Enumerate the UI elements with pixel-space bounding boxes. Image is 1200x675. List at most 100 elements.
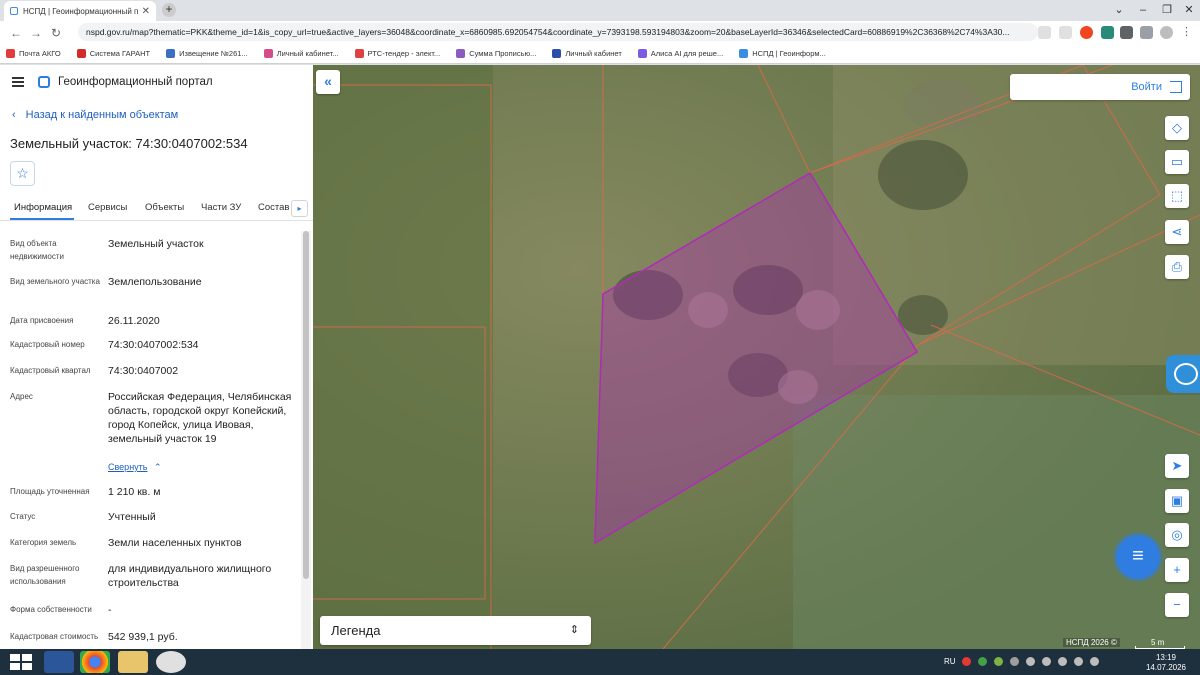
bookmark-item[interactable]: Почта АКГО — [6, 49, 61, 58]
tray-app-icon[interactable] — [1042, 657, 1051, 666]
browser-tab-strip: НСПД | Геоинформационный п ✕ + ⌄ – ❐ ✕ — [0, 0, 1200, 21]
hamburger-menu-icon[interactable] — [12, 77, 24, 87]
sidebar-icon[interactable] — [1140, 26, 1153, 39]
minimize-button[interactable]: – — [1130, 0, 1156, 20]
info-value: Землепользование — [108, 276, 202, 288]
tab-objects[interactable]: Объекты — [145, 202, 184, 213]
bookmark-item[interactable]: Система ГАРАНТ — [76, 49, 150, 58]
tray-app-icon[interactable] — [994, 657, 1003, 666]
bookmark-label: Личный кабинет — [565, 49, 622, 58]
battery-icon[interactable] — [1090, 657, 1099, 666]
bookmark-item[interactable]: НСПД | Геоинформ... — [739, 49, 826, 58]
info-label: Площадь уточненная — [10, 487, 90, 496]
bookmark-label: Личный кабинет... — [276, 49, 339, 58]
basemap-switch-icon[interactable]: ▣ — [1165, 489, 1189, 513]
chrome-icon[interactable] — [80, 651, 110, 673]
portal-logo-icon — [38, 76, 50, 88]
clock-time: 13:19 — [1155, 653, 1177, 662]
zoom-out-button[interactable]: − — [1165, 593, 1189, 617]
back-to-results-link[interactable]: ‹ Назад к найденным объектам — [12, 109, 178, 121]
login-button[interactable]: Войти — [1010, 74, 1190, 100]
tab-services[interactable]: Сервисы — [88, 202, 127, 213]
bookmark-label: Почта АКГО — [19, 49, 61, 58]
info-value: 26.11.2020 — [108, 315, 160, 327]
bookmark-item[interactable]: Личный кабинет... — [263, 49, 339, 58]
tab-composition[interactable]: Состав — [258, 202, 289, 213]
locate-icon[interactable]: ◎ — [1165, 523, 1189, 547]
bookmark-item[interactable]: Сумма Прописью... — [456, 49, 536, 58]
bookmark-label: Алиса AI для реше... — [650, 49, 724, 58]
tab-information[interactable]: Информация — [14, 202, 72, 213]
bookmark-favicon-icon — [637, 49, 647, 58]
forward-arrow-icon[interactable]: → — [26, 26, 46, 40]
browser-tab-title: НСПД | Геоинформационный п — [23, 6, 138, 16]
zoom-in-button[interactable]: + — [1165, 558, 1189, 582]
bookmark-favicon-icon — [354, 49, 364, 58]
print-icon[interactable]: ⎙ — [1165, 255, 1189, 279]
back-arrow-icon[interactable]: ← — [6, 26, 26, 40]
info-label: Форма собственности — [10, 605, 92, 614]
profile-avatar[interactable] — [1160, 26, 1173, 39]
layers-icon[interactable]: ◇ — [1165, 116, 1189, 140]
favorite-star-button[interactable]: ☆ — [10, 161, 35, 186]
network-icon[interactable] — [1058, 657, 1067, 666]
reload-icon[interactable]: ↻ — [46, 26, 66, 40]
info-label: Статус — [10, 512, 36, 521]
map-view[interactable]: « Войти ◇ ▭ ⬚ ⋖ ⎙ ➤ ▣ ◎ + − Легенда ⇕ НС… — [313, 65, 1200, 649]
yandex-browser-icon[interactable] — [156, 651, 186, 673]
word-icon[interactable] — [44, 651, 74, 673]
bookmark-item[interactable]: РТС-тендер - элект... — [354, 49, 440, 58]
active-tab-indicator — [10, 218, 74, 220]
tray-app-icon[interactable] — [1010, 657, 1019, 666]
share-map-icon[interactable]: ⋖ — [1165, 220, 1189, 244]
extension-icon[interactable] — [1101, 26, 1114, 39]
chat-icon[interactable] — [1116, 535, 1160, 579]
windows-start-icon[interactable] — [6, 653, 36, 671]
bookmark-favicon-icon — [263, 49, 273, 58]
tab-land-parts[interactable]: Части ЗУ — [201, 202, 241, 213]
volume-icon[interactable] — [1074, 657, 1083, 666]
collapse-address-link[interactable]: Свернуть ⌃ — [108, 462, 162, 473]
info-label: Адрес — [10, 392, 33, 401]
portal-title: Геоинформационный портал — [58, 76, 213, 88]
share-icon[interactable] — [1038, 26, 1051, 39]
sidebar-scrollbar-thumb[interactable] — [303, 231, 309, 579]
close-tab-icon[interactable]: ✕ — [142, 6, 150, 17]
bookmark-item[interactable]: Извещение №261... — [166, 49, 248, 58]
close-window-button[interactable]: ✕ — [1176, 0, 1200, 20]
tabs-scroll-right-icon[interactable]: ▸ — [291, 200, 308, 217]
tray-app-icon[interactable] — [1026, 657, 1035, 666]
navigate-icon[interactable]: ➤ — [1165, 454, 1189, 478]
system-clock[interactable]: 13:19 14.07.2026 — [1143, 653, 1189, 673]
ruler-icon[interactable]: ▭ — [1165, 150, 1189, 174]
yandex-extension-icon[interactable] — [1080, 26, 1093, 39]
area-select-icon[interactable]: ⬚ — [1165, 184, 1189, 208]
bookmarks-bar: Почта АКГО Система ГАРАНТ Извещение №261..… — [0, 44, 1200, 64]
tab-search-icon[interactable]: ⌄ — [1106, 0, 1132, 20]
browser-tab[interactable]: НСПД | Геоинформационный п ✕ — [4, 1, 156, 21]
puzzle-extensions-icon[interactable] — [1120, 26, 1133, 39]
clock-date: 14.07.2026 — [1145, 663, 1187, 672]
info-value: для индивидуального жилищного строительс… — [108, 563, 272, 589]
new-tab-button[interactable]: + — [162, 3, 176, 17]
login-icon — [1170, 81, 1182, 93]
legend-label: Легенда — [331, 623, 381, 638]
bookmark-label: Извещение №261... — [179, 49, 248, 58]
keyboard-language[interactable]: RU — [944, 657, 956, 666]
bookmark-item[interactable]: Личный кабинет — [552, 49, 622, 58]
bookmark-item[interactable]: Алиса AI для реше... — [637, 49, 724, 58]
legend-dropdown[interactable]: Легенда ⇕ — [320, 616, 591, 645]
bookmark-star-icon[interactable] — [1059, 26, 1072, 39]
collapse-sidebar-button[interactable]: « — [316, 70, 340, 94]
more-menu-icon[interactable]: ⋮ — [1180, 26, 1193, 39]
info-label: Дата присвоения — [10, 316, 74, 325]
info-tabs: Информация Сервисы Объекты Части ЗУ Сост… — [0, 195, 313, 221]
tray-app-icon[interactable] — [978, 657, 987, 666]
url-field[interactable]: nspd.gov.ru/map?thematic=PKK&theme_id=1&… — [78, 23, 1038, 41]
sidebar-header: Геоинформационный портал — [0, 65, 313, 99]
bookmark-favicon-icon — [6, 49, 15, 58]
assistant-side-tab[interactable] — [1166, 355, 1200, 393]
info-label: Вид разрешенного использования — [10, 564, 80, 586]
yandex-tray-icon[interactable] — [962, 657, 971, 666]
file-explorer-icon[interactable] — [118, 651, 148, 673]
